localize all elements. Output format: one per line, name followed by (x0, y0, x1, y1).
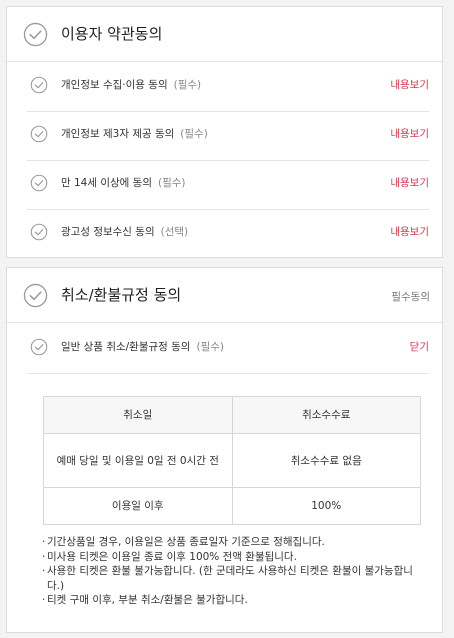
terms-panel-title: 이용자 약관동의 (61, 25, 163, 43)
required-tag: (필수) (196, 341, 224, 353)
refund-item-general[interactable]: 일반 상품 취소/환불규정 동의 (필수) 닫기 (27, 325, 429, 374)
refund-panel-title: 취소/환불규정 동의 (61, 286, 182, 304)
terms-item-label: 개인정보 제3자 제공 동의 (필수) (61, 128, 208, 140)
required-tag: (필수) (158, 177, 186, 189)
refund-notes-list: 기간상품일 경우, 이용일은 상품 종료일자 기준으로 정해집니다. 미사용 티… (42, 535, 429, 608)
list-item: 기간상품일 경우, 이용일은 상품 종료일자 기준으로 정해집니다. (42, 535, 429, 550)
terms-item-marketing[interactable]: 광고성 정보수신 동의 (선택) 내용보기 (27, 210, 429, 259)
table-row: 예매 당일 및 이용일 0일 전 0시간 전 취소수수료 없음 (43, 433, 421, 488)
close-link[interactable]: 닫기 (410, 340, 429, 354)
table-header-cancel-fee: 취소수수료 (231, 396, 421, 434)
table-cell: 예매 당일 및 이용일 0일 전 0시간 전 (43, 433, 233, 488)
optional-tag: (선택) (160, 226, 189, 238)
table-header-cancel-date: 취소일 (43, 396, 233, 434)
required-tag: (필수) (180, 128, 208, 140)
check-circle-icon[interactable] (30, 125, 48, 143)
list-item: 사용한 티켓은 환불 불가능합니다. (한 군데라도 사용하신 티켓은 환불이 … (42, 564, 429, 593)
list-item: 미사용 티켓은 이용일 종료 이후 100% 전액 환불됩니다. (42, 550, 429, 565)
table-cell: 이용일 이후 (43, 487, 233, 525)
view-content-link[interactable]: 내용보기 (390, 127, 429, 141)
cancellation-fee-table: 취소일 취소수수료 예매 당일 및 이용일 0일 전 0시간 전 취소수수료 없… (43, 396, 421, 525)
required-agreement-label: 필수동의 (391, 291, 430, 303)
table-cell: 취소수수료 없음 (231, 433, 421, 488)
list-item: 티켓 구매 이후, 부분 취소/환불은 불가합니다. (42, 593, 429, 608)
check-circle-icon[interactable] (30, 223, 48, 241)
terms-item-label: 개인정보 수집·이용 동의 (필수) (61, 79, 202, 91)
required-tag: (필수) (173, 79, 202, 91)
terms-item-third-party[interactable]: 개인정보 제3자 제공 동의 (필수) 내용보기 (27, 112, 429, 161)
terms-item-age-14[interactable]: 만 14세 이상에 동의 (필수) 내용보기 (27, 161, 429, 210)
refund-panel-header[interactable]: 취소/환불규정 동의 필수동의 (7, 268, 442, 323)
terms-item-label: 만 14세 이상에 동의 (필수) (61, 177, 186, 189)
view-content-link[interactable]: 내용보기 (390, 176, 429, 190)
view-content-link[interactable]: 내용보기 (390, 78, 429, 92)
table-cell: 100% (231, 487, 421, 525)
check-circle-icon[interactable] (30, 338, 48, 356)
check-circle-icon[interactable] (30, 174, 48, 192)
refund-policy-panel: 취소/환불규정 동의 필수동의 일반 상품 취소/환불규정 동의 (필수) 닫기 … (6, 267, 443, 633)
terms-panel-header[interactable]: 이용자 약관동의 (7, 7, 442, 62)
check-circle-icon[interactable] (23, 283, 48, 308)
view-content-link[interactable]: 내용보기 (390, 225, 429, 239)
check-circle-icon[interactable] (30, 76, 48, 94)
refund-item-label: 일반 상품 취소/환불규정 동의 (필수) (61, 341, 224, 353)
check-circle-icon[interactable] (23, 22, 48, 47)
terms-item-privacy-collect[interactable]: 개인정보 수집·이용 동의 (필수) 내용보기 (27, 63, 429, 112)
terms-item-label: 광고성 정보수신 동의 (선택) (61, 226, 189, 238)
terms-agreement-panel: 이용자 약관동의 개인정보 수집·이용 동의 (필수) 내용보기 개인정보 제3자… (6, 6, 443, 258)
table-row: 이용일 이후 100% (43, 487, 421, 525)
